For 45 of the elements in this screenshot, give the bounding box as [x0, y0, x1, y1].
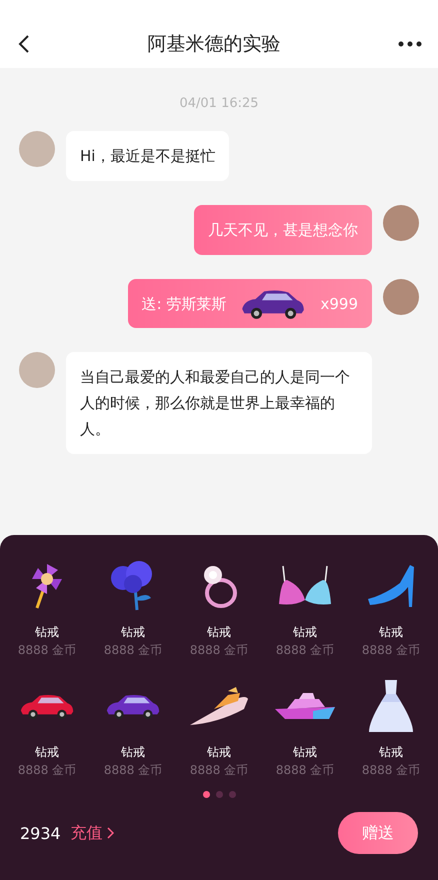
car-icon [105, 692, 161, 720]
gift-name[interactable]: 钻戒 [379, 623, 403, 641]
message-bubble: 当自己最爱的人和最爱自己的人是同一个人的时候，那么你就是世界上最幸福的人。 [66, 352, 372, 454]
gift-name[interactable]: 钻戒 [35, 743, 59, 761]
gift-price: 8888 金币 [18, 642, 76, 659]
high-heel-icon [366, 563, 416, 609]
gift-price: 8888 金币 [104, 762, 162, 779]
gift-price: 8888 金币 [362, 642, 420, 659]
gift-name[interactable]: 钻戒 [207, 743, 231, 761]
gift-price: 8888 金币 [18, 762, 76, 779]
gift-name[interactable]: 钻戒 [35, 623, 59, 641]
gift-name[interactable]: 钻戒 [379, 743, 403, 761]
gift-name[interactable]: 钻戒 [121, 623, 145, 641]
chat-title: 阿基米德的实验 [148, 32, 280, 57]
message-bubble: Hi，最近是不是挺忙 [66, 131, 230, 181]
gift-price: 8888 金币 [276, 642, 334, 659]
page-dot[interactable] [228, 791, 236, 798]
message-bubble: 几天不见，甚是想念你 [194, 205, 372, 255]
page-dot[interactable] [216, 791, 222, 798]
more-icon[interactable] [398, 41, 422, 47]
gift-price: 8888 金币 [190, 642, 248, 659]
speedboat-icon [188, 685, 250, 727]
avatar[interactable] [383, 279, 419, 315]
gift-price: 8888 金币 [190, 762, 248, 779]
coin-balance: 2934 [20, 824, 61, 842]
chevron-icon [106, 827, 114, 839]
gift-text: 送: 劳斯莱斯 [142, 294, 226, 314]
wedding-dress-icon [367, 678, 415, 734]
avatar[interactable] [19, 131, 55, 167]
timestamp: 04/01 16:25 [179, 96, 259, 111]
pinwheel-icon [30, 562, 64, 610]
back-icon[interactable] [18, 34, 30, 54]
gift-name[interactable]: 钻戒 [207, 623, 231, 641]
sports-car-icon [19, 692, 75, 720]
gift-name[interactable]: 钻戒 [121, 743, 145, 761]
avatar[interactable] [383, 205, 419, 241]
gift-price: 8888 金币 [104, 642, 162, 659]
gift-name[interactable]: 钻戒 [293, 743, 317, 761]
gift-price: 8888 金币 [362, 762, 420, 779]
page-dot[interactable] [202, 791, 210, 798]
gift-count: x999 [320, 294, 358, 314]
recharge-link[interactable]: 充值 [70, 822, 114, 844]
gift-name[interactable]: 钻戒 [293, 623, 317, 641]
avatar[interactable] [19, 352, 55, 388]
gift-price: 8888 金币 [276, 762, 334, 779]
